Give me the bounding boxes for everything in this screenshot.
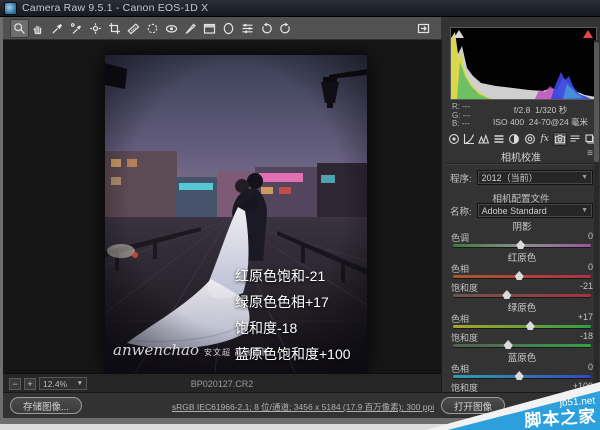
tab-hsl-grayscale-icon[interactable] (492, 132, 506, 146)
slider-blue-hue: 色相 0 (451, 362, 593, 378)
watermark-script-text: anwenchao (113, 341, 199, 359)
red-eye-removal-tool-icon[interactable] (162, 19, 181, 38)
tab-effects-icon[interactable]: fx (538, 132, 552, 146)
annotation-line: 绿原色色相+17 (235, 289, 351, 315)
window-title: Camera Raw 9.5.1 - Canon EOS-1D X (22, 2, 208, 14)
adjustments-panel: R: --- G: --- B: --- f/2.8 1/320 秒 ISO 4… (441, 40, 600, 392)
calibration-sliders: 阴影 色调 0 红原色 色相 0 饱和度 -21 绿原色 色相 +17 饱和度 -18 (451, 216, 593, 400)
panel-title: 相机校准 (442, 149, 600, 164)
tab-detail-icon[interactable] (477, 132, 491, 146)
white-balance-tool-icon[interactable] (48, 19, 67, 38)
slider-track[interactable] (453, 375, 591, 378)
straighten-tool-icon[interactable] (124, 19, 143, 38)
divider (446, 163, 596, 165)
color-sampler-tool-icon[interactable] (67, 19, 86, 38)
chevron-down-icon: ▼ (581, 174, 588, 181)
slider-thumb[interactable] (516, 240, 525, 249)
radial-filter-tool-icon[interactable] (219, 19, 238, 38)
slider-red-saturation: 饱和度 -21 (451, 281, 593, 297)
camera-raw-window: Camera Raw 9.5.1 - Canon EOS-1D X (0, 0, 600, 424)
rgb-readout: R: --- G: --- B: --- (452, 103, 471, 129)
site-watermark: jb51.net 脚本之家 (425, 380, 600, 430)
slider-label: 饱和度 (451, 331, 478, 340)
chevron-down-icon: ▼ (581, 207, 588, 214)
slider-track[interactable] (453, 294, 591, 297)
slider-value: -21 (580, 281, 593, 290)
slider-green-saturation: 饱和度 -18 (451, 331, 593, 347)
annotation-line: 蓝原色饱和度+100 (235, 341, 351, 367)
slider-thumb[interactable] (526, 321, 535, 330)
graduated-filter-tool-icon[interactable] (200, 19, 219, 38)
preferences-icon[interactable] (238, 19, 257, 38)
histogram (450, 27, 597, 100)
slider-label: 色相 (451, 362, 469, 371)
toolbar (3, 17, 441, 40)
adjustment-brush-tool-icon[interactable] (181, 19, 200, 38)
filename-label: BP020127.CR2 (3, 379, 441, 389)
tab-split-toning-icon[interactable] (507, 132, 521, 146)
zoom-tool-icon[interactable] (10, 19, 29, 38)
slider-green-hue: 色相 +17 (451, 312, 593, 328)
hand-tool-icon[interactable] (29, 19, 48, 38)
slider-value: 0 (588, 262, 593, 271)
panel-tabs: fx (447, 132, 597, 147)
image-preview-area[interactable]: anwenchao 安文超 高端摄影 红原色饱和-21 绿原色色相+17 饱和度… (3, 40, 441, 373)
highlight-clipping-indicator[interactable] (583, 30, 593, 38)
tab-presets-icon[interactable] (568, 132, 582, 146)
slider-value: 0 (588, 362, 593, 371)
status-bar: − + 12.4%▼ BP020127.CR2 (3, 373, 441, 393)
slider-thumb[interactable] (515, 371, 524, 380)
slider-value: +17 (578, 312, 593, 321)
scrollbar-thumb[interactable] (594, 42, 599, 162)
annotation-line: 饱和度-18 (235, 315, 351, 341)
tab-tone-curve-icon[interactable] (462, 132, 476, 146)
process-row: 程序: 2012（当前）▼ (450, 170, 593, 185)
section-header-shadows: 阴影 (451, 219, 593, 229)
slider-label: 色相 (451, 262, 469, 271)
rotate-right-icon[interactable] (276, 19, 295, 38)
slider-thumb[interactable] (515, 271, 524, 280)
toggle-fullscreen-icon[interactable] (414, 19, 433, 38)
panel-scrollbar[interactable] (594, 40, 599, 392)
panel-menu-icon[interactable]: ≡ (587, 149, 593, 159)
slider-track[interactable] (453, 244, 591, 247)
shadow-clipping-indicator[interactable] (454, 30, 464, 38)
slider-label: 色调 (451, 231, 469, 240)
slider-track[interactable] (453, 344, 591, 347)
tab-camera-calibration-icon[interactable] (553, 132, 567, 146)
save-image-button[interactable]: 存储图像... (10, 397, 82, 414)
slider-track[interactable] (453, 325, 591, 328)
rotate-left-icon[interactable] (257, 19, 276, 38)
section-header-blue-primary: 蓝原色 (451, 350, 593, 360)
slider-value: -18 (580, 331, 593, 340)
annotation-line: 红原色饱和-21 (235, 263, 351, 289)
process-label: 程序: (450, 171, 472, 185)
tutorial-annotations: 红原色饱和-21 绿原色色相+17 饱和度-18 蓝原色饱和度+100 (235, 263, 351, 367)
process-dropdown[interactable]: 2012（当前）▼ (477, 170, 593, 185)
app-icon (4, 2, 17, 15)
spot-removal-tool-icon[interactable] (143, 19, 162, 38)
crop-tool-icon[interactable] (105, 19, 124, 38)
tab-basic-icon[interactable] (447, 132, 461, 146)
slider-thumb[interactable] (502, 290, 511, 299)
slider-track[interactable] (453, 275, 591, 278)
section-header-red-primary: 红原色 (451, 250, 593, 260)
tab-lens-corrections-icon[interactable] (523, 132, 537, 146)
slider-shadow-tint: 色调 0 (451, 231, 593, 247)
slider-label: 色相 (451, 312, 469, 321)
slider-label: 饱和度 (451, 281, 478, 290)
slider-red-hue: 色相 0 (451, 262, 593, 278)
slider-value: 0 (588, 231, 593, 240)
exif-iso-lens: ISO 400 24-70@24 毫米 (484, 116, 597, 128)
exif-exposure: f/2.8 1/320 秒 (484, 104, 597, 116)
title-bar: Camera Raw 9.5.1 - Canon EOS-1D X (0, 0, 600, 17)
targeted-adjustment-tool-icon[interactable] (86, 19, 105, 38)
exif-readout: R: --- G: --- B: --- f/2.8 1/320 秒 ISO 4… (450, 103, 597, 129)
slider-thumb[interactable] (504, 340, 513, 349)
section-header-green-primary: 绿原色 (451, 300, 593, 310)
